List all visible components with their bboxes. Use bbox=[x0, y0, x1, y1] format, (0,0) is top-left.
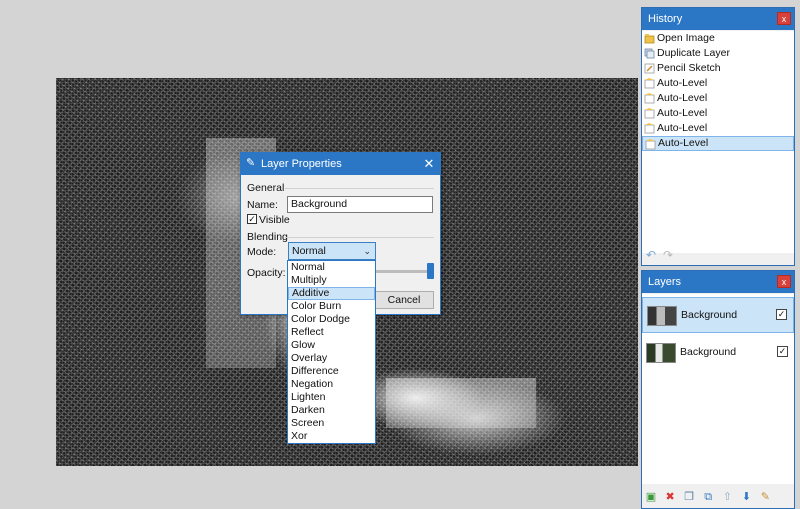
history-nav: ↶ ↷ bbox=[644, 249, 794, 263]
delete-layer-icon[interactable]: ✖ bbox=[663, 490, 677, 504]
layers-list: Background ✓ Background ✓ bbox=[642, 294, 794, 484]
mode-option-difference[interactable]: Difference bbox=[288, 365, 375, 378]
visible-checkbox[interactable]: ✓ bbox=[247, 214, 257, 224]
move-layer-down-icon[interactable]: ⬇ bbox=[739, 490, 753, 504]
layer-visibility-checkbox[interactable]: ✓ bbox=[777, 346, 788, 357]
auto-level-icon bbox=[645, 139, 656, 150]
merge-layer-down-icon[interactable]: ⧉ bbox=[701, 490, 715, 504]
layers-close-button[interactable]: x bbox=[777, 275, 791, 288]
history-item-open-image[interactable]: Open Image bbox=[642, 31, 794, 46]
water-pool-highlight bbox=[386, 378, 536, 428]
opacity-label: Opacity: bbox=[247, 267, 286, 279]
open-image-icon bbox=[644, 34, 655, 44]
history-title: History bbox=[648, 13, 683, 25]
layer-properties-icon: ✎ bbox=[246, 157, 256, 169]
history-panel: History x Open Image Duplicate Layer Pen… bbox=[641, 7, 795, 266]
mode-option-normal[interactable]: Normal bbox=[288, 261, 375, 274]
layer-thumbnail bbox=[647, 306, 677, 326]
layer-row-background-bottom[interactable]: Background ✓ bbox=[642, 335, 794, 371]
mode-option-color-burn[interactable]: Color Burn bbox=[288, 300, 375, 313]
dialog-title: Layer Properties bbox=[261, 158, 342, 170]
dialog-close-button[interactable]: ✕ bbox=[422, 153, 436, 175]
visible-label: Visible bbox=[259, 214, 290, 226]
general-section-label: General bbox=[247, 182, 285, 194]
redo-icon[interactable]: ↷ bbox=[661, 249, 675, 261]
layer-name: Background bbox=[680, 346, 737, 358]
layers-panel: Layers x Background ✓ Background ✓ ▣ ✖ ❐… bbox=[641, 270, 795, 509]
history-list: Open Image Duplicate Layer Pencil Sketch… bbox=[642, 31, 794, 253]
add-layer-icon[interactable]: ▣ bbox=[644, 490, 658, 504]
history-item-pencil-sketch[interactable]: Pencil Sketch bbox=[642, 61, 794, 76]
cancel-button[interactable]: Cancel bbox=[374, 291, 434, 309]
dialog-titlebar[interactable]: ✎ Layer Properties ✕ bbox=[241, 153, 440, 175]
layer-properties-icon[interactable]: ✎ bbox=[758, 490, 772, 504]
auto-level-icon bbox=[644, 93, 655, 104]
blending-divider bbox=[285, 237, 434, 238]
mode-option-overlay[interactable]: Overlay bbox=[288, 352, 375, 365]
history-item-auto-level[interactable]: Auto-Level bbox=[642, 121, 794, 136]
mode-option-xor[interactable]: Xor bbox=[288, 430, 375, 443]
layer-name: Background bbox=[681, 309, 738, 321]
mode-option-reflect[interactable]: Reflect bbox=[288, 326, 375, 339]
move-layer-up-icon[interactable]: ⇧ bbox=[720, 490, 734, 504]
layer-thumbnail bbox=[646, 343, 676, 363]
mode-option-lighten[interactable]: Lighten bbox=[288, 391, 375, 404]
opacity-slider-thumb[interactable] bbox=[427, 263, 434, 279]
history-item-duplicate-layer[interactable]: Duplicate Layer bbox=[642, 46, 794, 61]
auto-level-icon bbox=[644, 123, 655, 134]
mode-option-color-dodge[interactable]: Color Dodge bbox=[288, 313, 375, 326]
auto-level-icon bbox=[644, 78, 655, 89]
name-label: Name: bbox=[247, 199, 278, 211]
history-titlebar[interactable]: History x bbox=[642, 8, 794, 30]
mode-option-multiply[interactable]: Multiply bbox=[288, 274, 375, 287]
pencil-sketch-icon bbox=[644, 63, 655, 74]
blend-mode-value: Normal bbox=[292, 245, 326, 257]
history-item-auto-level[interactable]: Auto-Level bbox=[642, 76, 794, 91]
duplicate-layer-icon bbox=[644, 48, 655, 59]
mode-option-darken[interactable]: Darken bbox=[288, 404, 375, 417]
layers-toolbar: ▣ ✖ ❐ ⧉ ⇧ ⬇ ✎ bbox=[644, 490, 794, 506]
layer-name-input[interactable]: Background bbox=[287, 196, 433, 213]
auto-level-icon bbox=[644, 108, 655, 119]
blend-mode-dropdown-list: Normal Multiply Additive Color Burn Colo… bbox=[287, 260, 376, 444]
history-close-button[interactable]: x bbox=[777, 12, 791, 25]
history-item-auto-level-selected[interactable]: Auto-Level bbox=[642, 136, 794, 151]
blend-mode-select[interactable]: Normal ⌄ bbox=[288, 242, 376, 260]
layer-row-background-top[interactable]: Background ✓ bbox=[642, 297, 794, 333]
chevron-down-icon: ⌄ bbox=[363, 246, 371, 256]
layers-title: Layers bbox=[648, 276, 682, 288]
mode-option-additive[interactable]: Additive bbox=[288, 287, 375, 300]
history-item-auto-level[interactable]: Auto-Level bbox=[642, 91, 794, 106]
mode-label: Mode: bbox=[247, 246, 277, 258]
undo-icon[interactable]: ↶ bbox=[644, 249, 658, 261]
mode-option-glow[interactable]: Glow bbox=[288, 339, 375, 352]
mode-option-negation[interactable]: Negation bbox=[288, 378, 375, 391]
blending-section-label: Blending bbox=[247, 231, 288, 243]
history-item-auto-level[interactable]: Auto-Level bbox=[642, 106, 794, 121]
general-divider bbox=[285, 188, 434, 189]
layers-titlebar[interactable]: Layers x bbox=[642, 271, 794, 293]
duplicate-layer-icon[interactable]: ❐ bbox=[682, 490, 696, 504]
layer-visibility-checkbox[interactable]: ✓ bbox=[776, 309, 787, 320]
opacity-slider-track[interactable] bbox=[376, 270, 434, 273]
mode-option-screen[interactable]: Screen bbox=[288, 417, 375, 430]
